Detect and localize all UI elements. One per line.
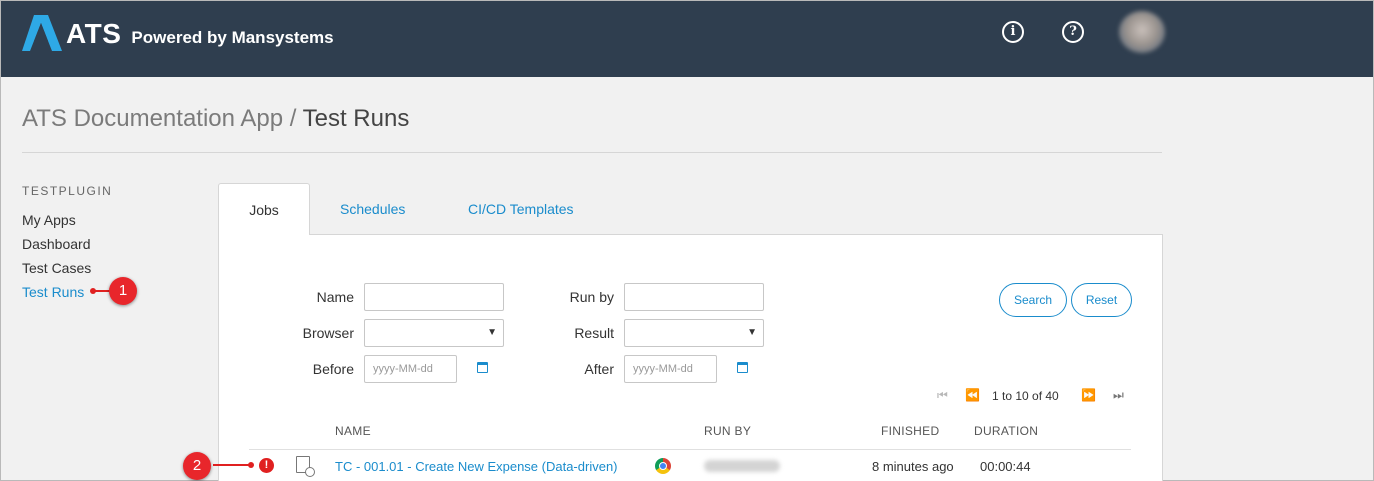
error-status-icon: ! (259, 458, 274, 473)
sidebar-title: TESTPLUGIN (22, 184, 113, 198)
chevron-down-icon: ▼ (487, 327, 497, 338)
table-row-duration: 00:00:44 (980, 459, 1031, 474)
last-page-icon[interactable]: ⏭ (1113, 388, 1124, 403)
callout-badge-1: 1 (109, 277, 137, 305)
sidebar-item-test-cases[interactable]: Test Cases (22, 260, 91, 276)
after-label: After (584, 361, 614, 377)
before-calendar-icon[interactable] (477, 362, 488, 373)
header-divider (22, 152, 1162, 153)
before-date-input[interactable]: yyyy-MM-dd (364, 355, 457, 383)
top-bar: ATS Powered by Mansystems i ? (1, 1, 1373, 77)
chrome-browser-icon (655, 458, 671, 474)
browser-select[interactable]: ▼ (364, 319, 504, 347)
name-label: Name (316, 289, 354, 305)
breadcrumb: ATS Documentation App / Test Runs (22, 105, 409, 133)
pager-range: 1 to 10 of 40 (992, 389, 1059, 403)
column-header-run-by[interactable]: RUN BY (704, 424, 751, 438)
result-select[interactable]: ▼ (624, 319, 764, 347)
logo-text: ATS (66, 18, 122, 49)
callout-badge-2: 2 (183, 452, 211, 480)
ats-logo[interactable]: ATS Powered by Mansystems (22, 15, 334, 51)
reset-button[interactable]: Reset (1071, 283, 1132, 317)
run-by-label: Run by (569, 289, 614, 305)
callout-line (213, 464, 251, 466)
breadcrumb-app[interactable]: ATS Documentation App (22, 105, 283, 132)
after-calendar-icon[interactable] (737, 362, 748, 373)
column-header-duration[interactable]: DURATION (974, 424, 1038, 438)
sidebar-item-dashboard[interactable]: Dashboard (22, 236, 91, 252)
tab-schedules[interactable]: Schedules (340, 201, 405, 217)
run-by-input[interactable] (624, 283, 764, 311)
next-page-icon[interactable]: ⏩ (1081, 388, 1096, 402)
first-page-icon[interactable]: ⏮ (937, 388, 948, 403)
chevron-down-icon: ▼ (747, 327, 757, 338)
previous-page-icon[interactable]: ⏪ (965, 388, 980, 402)
ats-logo-mark-icon (22, 15, 62, 51)
browser-label: Browser (302, 325, 354, 341)
info-icon[interactable]: i (1002, 21, 1024, 43)
tab-ci-cd-templates[interactable]: CI/CD Templates (468, 201, 574, 217)
user-avatar[interactable] (1119, 11, 1165, 53)
tab-jobs[interactable]: Jobs (218, 183, 310, 235)
column-header-finished[interactable]: FINISHED (881, 424, 939, 438)
result-label: Result (574, 325, 614, 341)
run-by-user-blurred (704, 460, 780, 472)
sidebar-item-test-runs[interactable]: Test Runs (22, 284, 84, 300)
breadcrumb-current: Test Runs (302, 105, 410, 132)
help-icon[interactable]: ? (1062, 21, 1084, 43)
table-row-finished: 8 minutes ago (872, 459, 954, 474)
name-input[interactable] (364, 283, 504, 311)
logo-subtitle: Powered by Mansystems (131, 28, 334, 47)
column-header-name[interactable]: NAME (335, 424, 371, 438)
callout-dot (248, 462, 254, 468)
after-date-input[interactable]: yyyy-MM-dd (624, 355, 717, 383)
breadcrumb-separator: / (283, 105, 303, 132)
table-header-divider (249, 449, 1131, 450)
sidebar-item-my-apps[interactable]: My Apps (22, 212, 76, 228)
before-label: Before (312, 361, 354, 377)
search-button[interactable]: Search (999, 283, 1067, 317)
table-row-name-link[interactable]: TC - 001.01 - Create New Expense (Data-d… (335, 459, 618, 474)
test-case-doc-icon (296, 456, 315, 477)
